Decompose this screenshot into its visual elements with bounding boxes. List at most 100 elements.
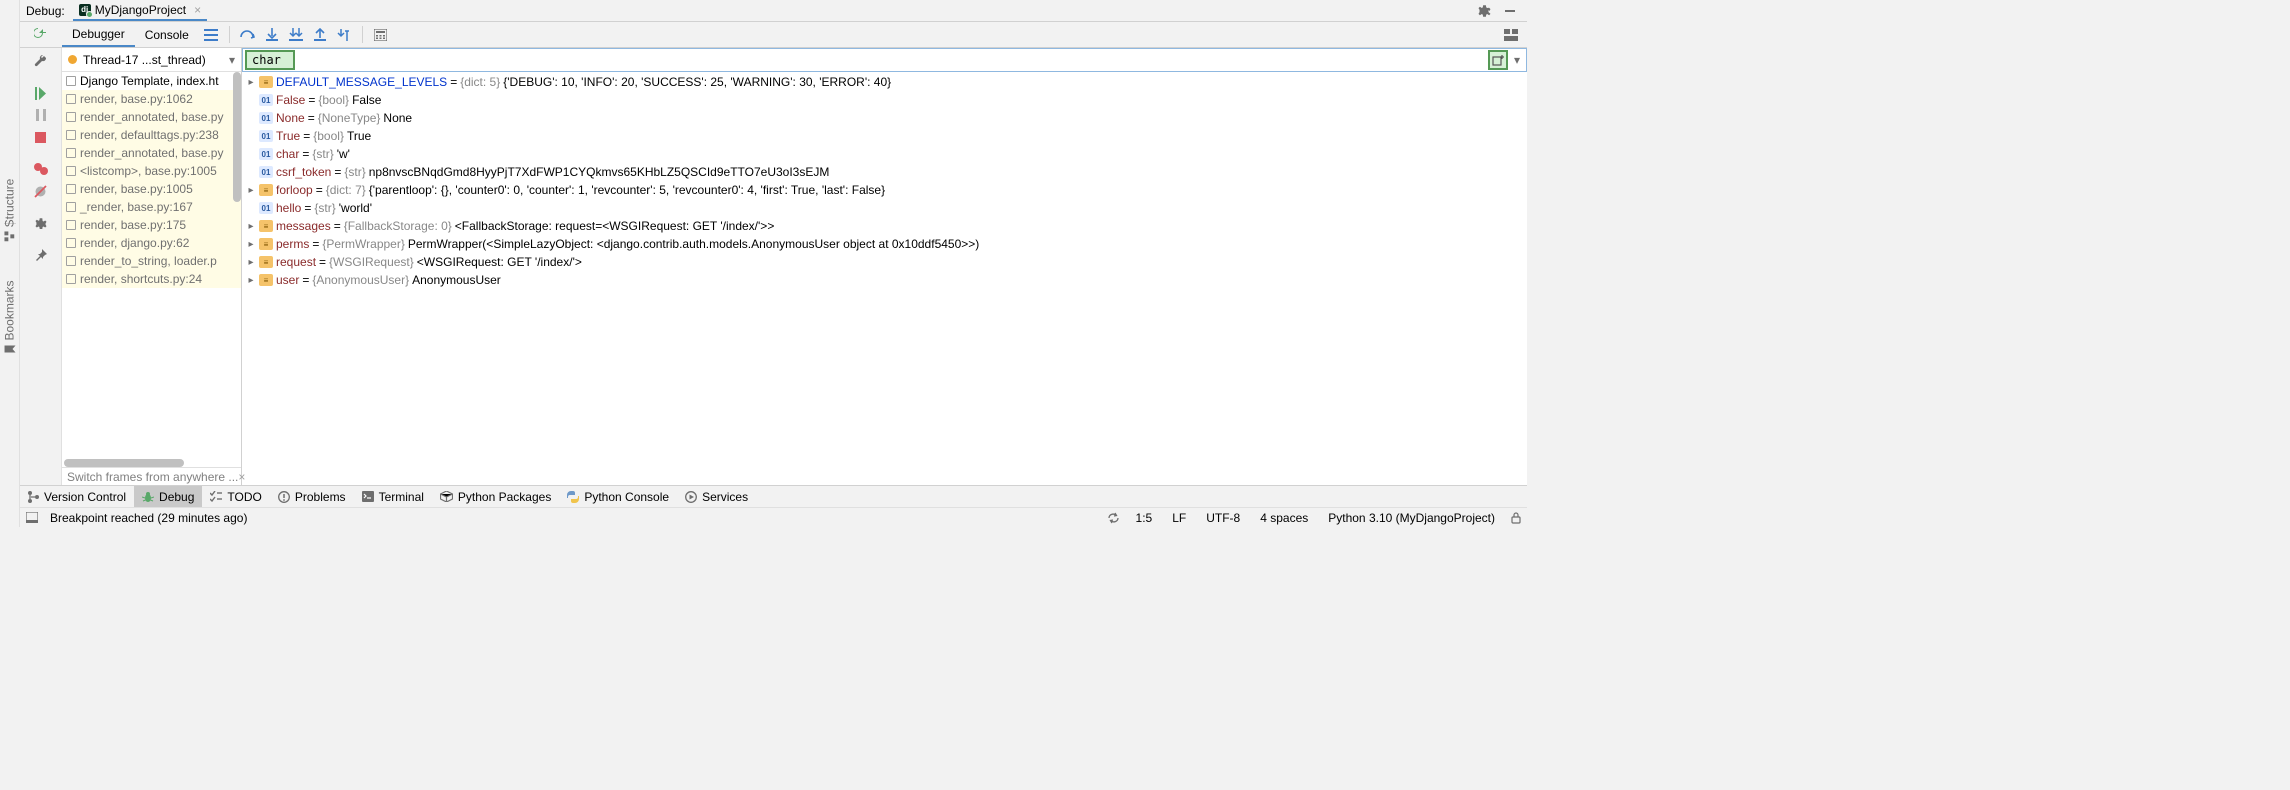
- frame-item[interactable]: render, defaulttags.py:238: [62, 126, 241, 144]
- frames-horizontal-scrollbar[interactable]: [64, 459, 231, 467]
- variable-kind-icon: 01: [259, 94, 273, 106]
- step-into-my-code-icon[interactable]: [284, 22, 308, 47]
- resume-icon[interactable]: [27, 82, 55, 104]
- variable-row[interactable]: ▸01None = {NoneType} None: [242, 109, 1527, 127]
- tab-debugger[interactable]: Debugger: [62, 22, 135, 47]
- frames-list[interactable]: Django Template, index.ht render, base.py…: [62, 72, 241, 467]
- variable-row[interactable]: ▸≡perms = {PermWrapper} PermWrapper(<Sim…: [242, 235, 1527, 253]
- variable-kind-icon: ≡: [259, 238, 273, 250]
- tab-console[interactable]: Console: [135, 22, 199, 47]
- terminal-icon: [362, 491, 374, 502]
- variable-kind-icon: 01: [259, 148, 273, 160]
- status-caret-position[interactable]: 1:5: [1132, 511, 1157, 525]
- status-sync-icon[interactable]: [1107, 512, 1120, 524]
- tool-debug[interactable]: Debug: [134, 486, 202, 507]
- variable-row[interactable]: ▸01csrf_token = {str} np8nvscBNqdGmd8Hyy…: [242, 163, 1527, 181]
- stop-icon[interactable]: [27, 126, 55, 148]
- frame-item[interactable]: render_annotated, base.py: [62, 108, 241, 126]
- tool-todo[interactable]: TODO: [202, 486, 269, 507]
- frame-item[interactable]: render, base.py:1005: [62, 180, 241, 198]
- frame-item[interactable]: render, django.py:62: [62, 234, 241, 252]
- settings-icon[interactable]: [1473, 2, 1495, 20]
- variable-kind-icon: ≡: [259, 274, 273, 286]
- expand-arrow-icon[interactable]: ▸: [246, 77, 256, 88]
- variable-name: messages: [276, 219, 331, 233]
- variables-tree[interactable]: ▸≡DEFAULT_MESSAGE_LEVELS = {dict: 5} {'D…: [242, 72, 1527, 485]
- frame-file-icon: [66, 220, 76, 230]
- variable-row[interactable]: ▸≡request = {WSGIRequest} <WSGIRequest: …: [242, 253, 1527, 271]
- wrench-icon[interactable]: [27, 50, 55, 72]
- run-config-tab[interactable]: dj MyDjangoProject ×: [73, 1, 207, 21]
- frame-item[interactable]: _render, base.py:167: [62, 198, 241, 216]
- tool-version-control[interactable]: Version Control: [20, 486, 134, 507]
- frame-label: render_annotated, base.py: [80, 110, 223, 124]
- expand-arrow-icon[interactable]: ▸: [246, 239, 256, 250]
- variable-row[interactable]: ▸01False = {bool} False: [242, 91, 1527, 109]
- pause-icon[interactable]: [27, 104, 55, 126]
- tool-problems[interactable]: Problems: [270, 486, 354, 507]
- tool-terminal[interactable]: Terminal: [354, 486, 432, 507]
- variable-kind-icon: ≡: [259, 256, 273, 268]
- variable-row[interactable]: ▸01char = {str} 'w': [242, 145, 1527, 163]
- variable-row[interactable]: ▸≡forloop = {dict: 7} {'parentloop': {},…: [242, 181, 1527, 199]
- status-line-separator[interactable]: LF: [1168, 511, 1190, 525]
- expand-arrow-icon[interactable]: ▸: [246, 257, 256, 268]
- variable-name: True: [276, 129, 300, 143]
- pin-icon[interactable]: [27, 244, 55, 266]
- status-indent[interactable]: 4 spaces: [1256, 511, 1312, 525]
- variable-row[interactable]: ▸≡messages = {FallbackStorage: 0} <Fallb…: [242, 217, 1527, 235]
- status-lock-icon[interactable]: [1511, 512, 1521, 524]
- status-encoding[interactable]: UTF-8: [1202, 511, 1244, 525]
- django-icon: dj: [79, 4, 91, 16]
- status-interpreter[interactable]: Python 3.10 (MyDjangoProject): [1324, 511, 1499, 525]
- expand-arrow-icon[interactable]: ▸: [246, 185, 256, 196]
- step-into-icon[interactable]: [260, 22, 284, 47]
- close-tab-icon[interactable]: ×: [194, 3, 201, 17]
- expression-input[interactable]: [250, 52, 290, 68]
- frame-label: Django Template, index.ht: [80, 74, 219, 88]
- debug-settings-icon[interactable]: [27, 212, 55, 234]
- frame-item[interactable]: render_annotated, base.py: [62, 144, 241, 162]
- frame-item[interactable]: render_to_string, loader.p: [62, 252, 241, 270]
- variable-type: {AnonymousUser}: [312, 273, 409, 287]
- bookmarks-tool-tab[interactable]: Bookmarks: [3, 280, 17, 353]
- frames-vertical-scrollbar[interactable]: [233, 72, 241, 445]
- rerun-icon[interactable]: [34, 28, 48, 42]
- layout-settings-icon[interactable]: [1499, 22, 1523, 47]
- watch-options-chevron-icon[interactable]: ▾: [1510, 53, 1524, 67]
- frame-label: render_to_string, loader.p: [80, 254, 217, 268]
- variable-value: <FallbackStorage: request=<WSGIRequest: …: [455, 219, 775, 233]
- frame-file-icon: [66, 256, 76, 266]
- step-over-icon[interactable]: [236, 22, 260, 47]
- expand-arrow-icon[interactable]: ▸: [246, 275, 256, 286]
- expression-input-wrap[interactable]: [245, 50, 295, 70]
- tool-services[interactable]: Services: [677, 486, 756, 507]
- frame-item[interactable]: render, base.py:175: [62, 216, 241, 234]
- frame-item[interactable]: Django Template, index.ht: [62, 72, 241, 90]
- minimize-icon[interactable]: [1499, 2, 1521, 20]
- step-out-icon[interactable]: [308, 22, 332, 47]
- expand-arrow-icon[interactable]: ▸: [246, 221, 256, 232]
- frame-item[interactable]: render, base.py:1062: [62, 90, 241, 108]
- tool-python-packages[interactable]: Python Packages: [432, 486, 559, 507]
- frame-label: render, shortcuts.py:24: [80, 272, 202, 286]
- thread-selector[interactable]: Thread-17 ...st_thread) ▾: [62, 48, 241, 72]
- close-hint-icon[interactable]: ×: [238, 470, 245, 484]
- threads-icon[interactable]: [199, 22, 223, 47]
- debug-titlebar: Debug: dj MyDjangoProject ×: [20, 0, 1527, 22]
- view-breakpoints-icon[interactable]: [27, 158, 55, 180]
- frame-item[interactable]: <listcomp>, base.py:1005: [62, 162, 241, 180]
- run-to-cursor-icon[interactable]: [332, 22, 356, 47]
- evaluate-expression-icon[interactable]: [369, 22, 393, 47]
- tool-python-console[interactable]: Python Console: [559, 486, 677, 507]
- variable-row[interactable]: ▸01True = {bool} True: [242, 127, 1527, 145]
- left-toolwindow-bar: Structure Bookmarks: [0, 0, 20, 527]
- variable-row[interactable]: ▸01hello = {str} 'world': [242, 199, 1527, 217]
- variable-row[interactable]: ▸≡DEFAULT_MESSAGE_LEVELS = {dict: 5} {'D…: [242, 73, 1527, 91]
- status-toolwindows-icon[interactable]: [26, 512, 38, 523]
- variable-row[interactable]: ▸≡user = {AnonymousUser} AnonymousUser: [242, 271, 1527, 289]
- frame-item[interactable]: render, shortcuts.py:24: [62, 270, 241, 288]
- mute-breakpoints-icon[interactable]: [27, 180, 55, 202]
- structure-tool-tab[interactable]: Structure: [3, 179, 17, 242]
- add-watch-icon[interactable]: [1488, 50, 1508, 70]
